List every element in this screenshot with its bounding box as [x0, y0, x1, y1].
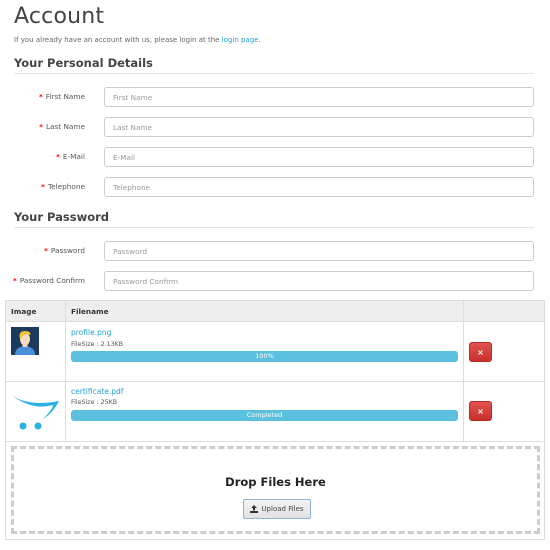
- upload-progress: 100%: [71, 351, 458, 362]
- upload-icon: [250, 505, 259, 513]
- password-confirm-row: * Password Confirm: [0, 271, 550, 291]
- file-size: FileSize : 2.13KB: [71, 341, 124, 348]
- column-divider: [463, 301, 464, 441]
- upload-files-button[interactable]: Upload Files: [243, 499, 311, 519]
- page-title: Account: [14, 4, 105, 29]
- password-heading: Your Password: [14, 210, 110, 224]
- intro-text-body: If you already have an account with us, …: [14, 36, 222, 44]
- remove-file-button[interactable]: ×: [469, 401, 492, 421]
- required-marker: *: [41, 182, 45, 191]
- upload-progress-bar: 100%: [71, 351, 458, 362]
- row-divider: [6, 381, 544, 382]
- first-name-label-text: First Name: [45, 92, 85, 101]
- required-marker: *: [44, 246, 48, 255]
- personal-details-heading: Your Personal Details: [14, 56, 153, 70]
- password-divider: [14, 227, 534, 228]
- first-name-row: * First Name: [0, 87, 550, 107]
- required-marker: *: [39, 122, 43, 131]
- password-row: * Password: [0, 241, 550, 261]
- required-marker: *: [13, 276, 17, 285]
- login-page-link[interactable]: login page: [222, 36, 259, 44]
- user-avatar-icon: [11, 327, 39, 355]
- last-name-label: * Last Name: [39, 122, 85, 131]
- upload-files-label: Upload Files: [261, 505, 304, 513]
- column-header-image: Image: [11, 307, 37, 316]
- password-label: * Password: [44, 246, 85, 255]
- file-name-link[interactable]: profile.png: [71, 328, 111, 337]
- password-label-text: Password: [50, 246, 85, 255]
- email-label-text: E-Mail: [62, 152, 85, 161]
- telephone-row: * Telephone: [0, 177, 550, 197]
- file-upload-table: Image Filename profile.png FileSize : 2.…: [5, 300, 545, 540]
- password-confirm-label-text: Password Confirm: [19, 276, 85, 285]
- remove-icon: ×: [477, 347, 484, 357]
- first-name-input[interactable]: [104, 87, 534, 107]
- upload-progress: Completed: [71, 410, 458, 421]
- last-name-label-text: Last Name: [45, 122, 85, 131]
- column-header-filename: Filename: [71, 307, 109, 316]
- file-size: FileSize : 25KB: [71, 399, 118, 406]
- required-marker: *: [38, 92, 43, 101]
- last-name-row: * Last Name: [0, 117, 550, 137]
- password-confirm-input[interactable]: [104, 271, 534, 291]
- last-name-input[interactable]: [104, 117, 534, 137]
- row-divider: [6, 441, 544, 442]
- remove-file-button[interactable]: ×: [469, 342, 492, 362]
- telephone-label: * Telephone: [41, 182, 85, 191]
- file-name-link[interactable]: certificate.pdf: [71, 387, 123, 396]
- email-row: * E-Mail: [0, 147, 550, 167]
- dropzone-title: Drop Files Here: [225, 475, 326, 489]
- email-label: * E-Mail: [56, 152, 85, 161]
- intro-text-end: .: [258, 36, 261, 44]
- password-input[interactable]: [104, 241, 534, 261]
- personal-details-divider: [14, 73, 534, 74]
- telephone-label-text: Telephone: [47, 182, 85, 191]
- intro-text: If you already have an account with us, …: [14, 36, 261, 44]
- opencart-logo-icon: [11, 395, 59, 430]
- first-name-label: * First Name: [39, 92, 85, 101]
- remove-icon: ×: [477, 406, 484, 416]
- email-input[interactable]: [104, 147, 534, 167]
- telephone-input[interactable]: [104, 177, 534, 197]
- column-divider: [65, 301, 66, 441]
- file-dropzone[interactable]: Drop Files Here Upload Files: [11, 446, 540, 534]
- password-confirm-label: * Password Confirm: [13, 276, 85, 285]
- upload-progress-bar: Completed: [71, 410, 458, 421]
- required-marker: *: [56, 152, 60, 161]
